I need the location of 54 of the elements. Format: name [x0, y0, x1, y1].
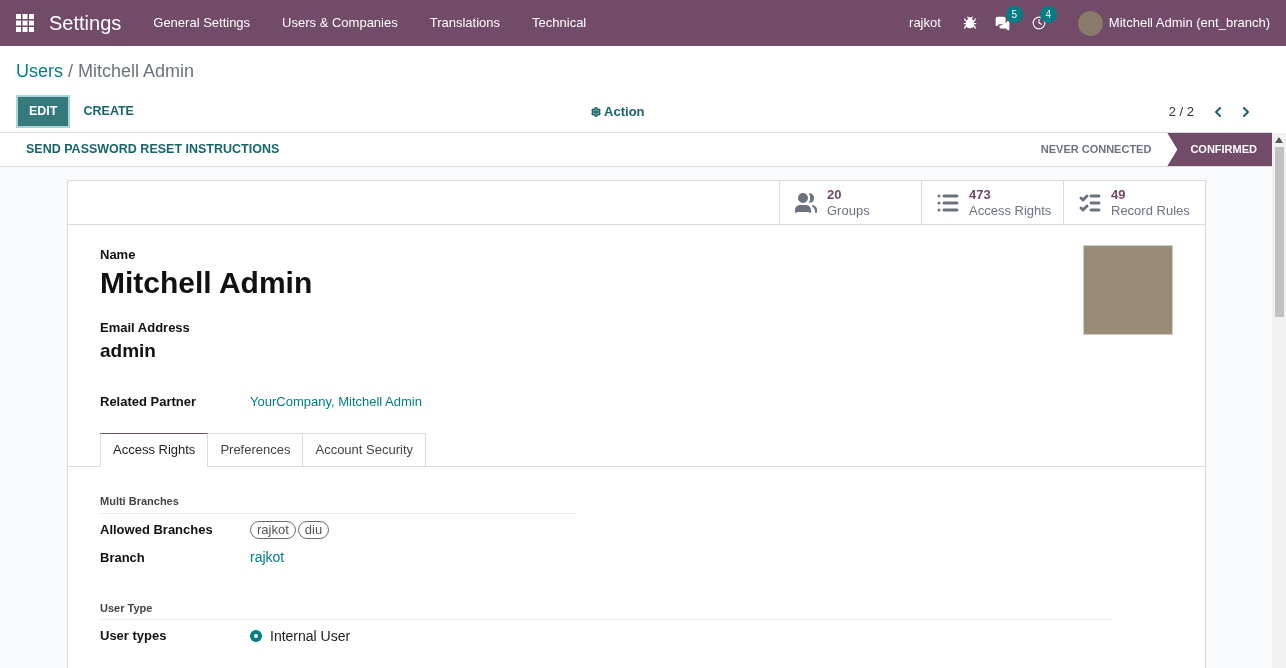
- section-title: Multi Branches: [100, 493, 576, 514]
- field-label: Name: [100, 246, 137, 264]
- section-title: User Type: [100, 599, 1112, 620]
- menu-item[interactable]: Translations: [413, 13, 517, 33]
- send-reset-instructions-button[interactable]: SEND PASSWORD RESET INSTRUCTIONS: [26, 140, 280, 159]
- field-label: Allowed Branches: [100, 520, 214, 539]
- menu-item[interactable]: General Settings: [137, 13, 267, 33]
- scroll-up-icon[interactable]: [1275, 137, 1283, 143]
- edit-button[interactable]: EDIT: [16, 95, 71, 128]
- field-label: User types: [100, 627, 168, 646]
- form-tab[interactable]: Access Rights: [100, 433, 209, 467]
- gear-icon: [591, 106, 602, 117]
- field-label: Email Address: [100, 318, 191, 337]
- field-label: Branch: [100, 548, 146, 567]
- pager-value: 2 / 2: [1168, 102, 1194, 121]
- smart-button[interactable]: 473 Access Rights: [921, 181, 1063, 224]
- branch-switcher[interactable]: rajkot: [909, 13, 941, 33]
- field-label: Related Partner: [100, 392, 198, 411]
- breadcrumb-separator: /: [68, 60, 74, 83]
- menu-item[interactable]: Users & Companies: [266, 13, 414, 33]
- smart-button-count: 473: [969, 186, 992, 203]
- bug-icon[interactable]: [962, 16, 977, 30]
- scrollbar-thumb[interactable]: [1274, 147, 1284, 317]
- user-menu[interactable]: Mitchell Admin (ent_branch): [1108, 13, 1270, 33]
- smart-button-label: Record Rules: [1111, 202, 1190, 219]
- smart-button-count: 49: [1111, 186, 1127, 203]
- menu-item[interactable]: Technical: [516, 13, 603, 33]
- apps-grid-icon[interactable]: [16, 14, 34, 32]
- chat-icon[interactable]: [994, 15, 1010, 31]
- smart-button[interactable]: 20 Groups: [779, 181, 921, 224]
- status-stage[interactable]: NEVER CONNECTED: [1024, 133, 1168, 166]
- status-stage[interactable]: CONFIRMED: [1167, 133, 1272, 166]
- smart-button-count: 20: [827, 186, 843, 203]
- email-value: admin: [100, 339, 157, 363]
- create-button[interactable]: CREATE: [70, 95, 147, 128]
- form-tab[interactable]: Account Security: [303, 433, 426, 467]
- radio-label: Internal User: [270, 626, 351, 646]
- breadcrumb-link[interactable]: Users: [16, 58, 63, 85]
- smart-button-label: Groups: [827, 202, 870, 219]
- clock-icon[interactable]: [1031, 16, 1046, 30]
- activity-count-badge: 4: [1039, 6, 1057, 23]
- smart-button[interactable]: 49 Record Rules: [1063, 181, 1205, 224]
- message-count-badge: 5: [1005, 5, 1023, 23]
- breadcrumb-current: Mitchell Admin: [78, 60, 195, 83]
- scrollbar[interactable]: [1272, 133, 1286, 668]
- action-button[interactable]: Action: [591, 101, 645, 122]
- form-tab[interactable]: Preferences: [208, 433, 304, 467]
- people-icon: [794, 190, 818, 215]
- smart-button-label: Access Rights: [969, 202, 1052, 219]
- user-name: Mitchell Admin: [100, 264, 314, 301]
- app-title[interactable]: Settings: [49, 8, 122, 38]
- radio-button[interactable]: [250, 630, 262, 642]
- partner-link[interactable]: YourCompany, Mitchell Admin: [250, 391, 422, 411]
- branch-link[interactable]: rajkot: [250, 547, 285, 568]
